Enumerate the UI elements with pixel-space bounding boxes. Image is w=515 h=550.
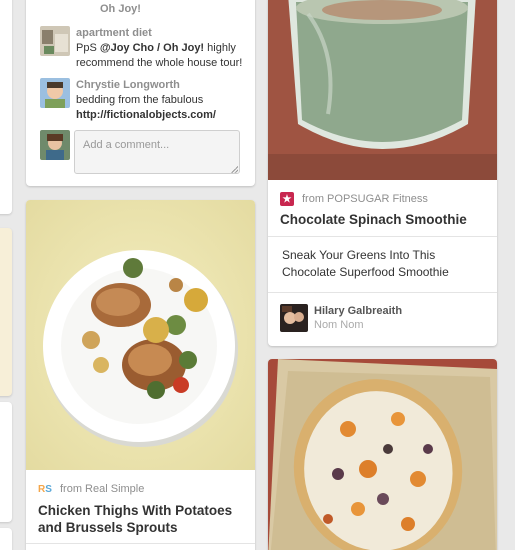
pin-description: Sneak Your Greens Into This Chocolate Su… xyxy=(282,248,449,279)
pin-card[interactable]: RS from Real Simple Chicken Thighs With … xyxy=(26,200,255,550)
pin-source[interactable]: RS from Real Simple xyxy=(38,482,144,496)
comment-input[interactable]: Add a comment... xyxy=(74,130,240,174)
pin-title[interactable]: Chicken Thighs With Potatoes and Brussel… xyxy=(38,502,245,536)
partial-pin-card-left[interactable] xyxy=(0,228,12,396)
partial-pin-card-left[interactable] xyxy=(0,528,12,550)
comment-link[interactable]: http://fictionalobjects.com/ xyxy=(76,108,216,123)
partial-pin-card-left[interactable] xyxy=(0,0,12,214)
source-label: from POPSUGAR Fitness xyxy=(302,193,428,205)
avatar[interactable] xyxy=(40,26,70,56)
pinner-info[interactable]: Hilary Galbreaith Nom Nom xyxy=(280,304,402,332)
partial-pin-card-left[interactable] xyxy=(0,402,12,522)
comment: apartment diet PpS @Joy Cho / Oh Joy! hi… xyxy=(40,26,245,71)
pin-source[interactable]: ★ from POPSUGAR Fitness xyxy=(280,192,428,206)
chicken-plate-photo[interactable] xyxy=(26,200,255,470)
comment-text: bedding from the fabulous xyxy=(76,94,204,106)
divider xyxy=(268,292,497,293)
comment-author[interactable]: apartment diet xyxy=(76,26,245,41)
resize-grip[interactable] xyxy=(231,166,238,173)
green-smoothie-photo[interactable] xyxy=(268,0,497,180)
divider xyxy=(268,236,497,237)
comment: Chrystie Longworth bedding from the fabu… xyxy=(40,78,245,123)
comment-text: PpS xyxy=(76,42,100,54)
real-simple-logo-icon: RS xyxy=(38,482,52,496)
popsugar-star-icon: ★ xyxy=(280,192,294,206)
pinner-name[interactable]: Hilary Galbreaith xyxy=(314,304,402,318)
source-label: from Real Simple xyxy=(60,483,145,495)
comment-author[interactable]: Chrystie Longworth xyxy=(76,78,216,93)
previous-comment-tail: Oh Joy! xyxy=(100,3,141,15)
comment-mention[interactable]: @Joy Cho / Oh Joy! xyxy=(100,42,204,54)
divider xyxy=(26,543,255,544)
flatbread-pizza-photo[interactable] xyxy=(268,359,497,550)
avatar[interactable] xyxy=(280,304,308,332)
pin-title[interactable]: Chocolate Spinach Smoothie xyxy=(280,211,487,228)
pin-card[interactable] xyxy=(268,359,497,550)
pin-card[interactable]: ★ from POPSUGAR Fitness Chocolate Spinac… xyxy=(268,0,497,346)
avatar[interactable] xyxy=(40,78,70,108)
pin-comments-card: Oh Joy! apartment diet PpS @Joy Cho / Oh… xyxy=(26,0,255,186)
board-name[interactable]: Nom Nom xyxy=(314,318,402,332)
avatar[interactable] xyxy=(40,130,70,160)
